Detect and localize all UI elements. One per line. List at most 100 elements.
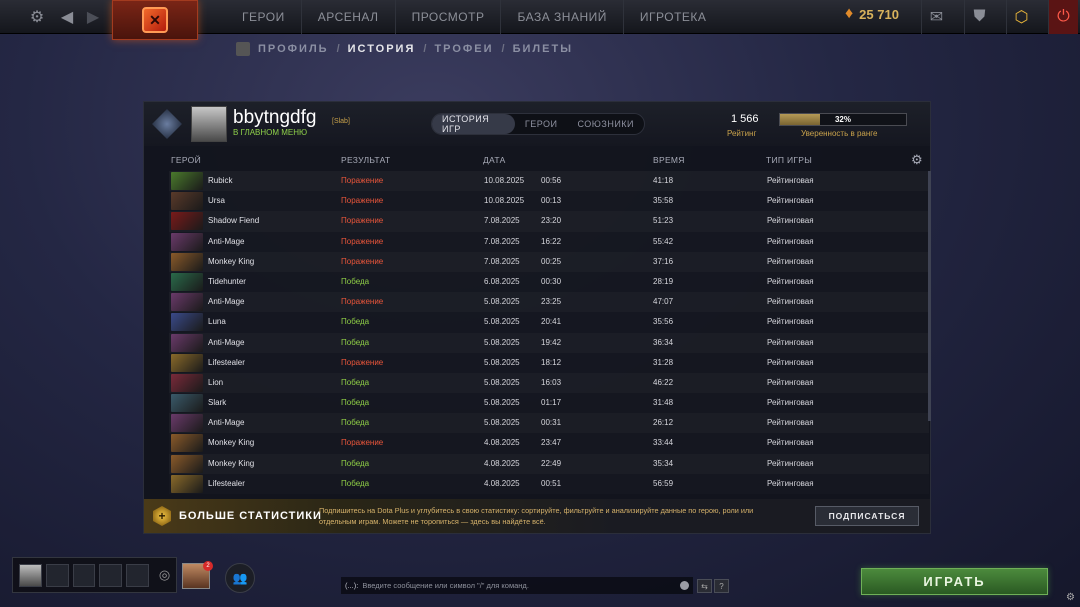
hero-name: Tidehunter [208,276,246,286]
hero-name: Luna [208,317,226,327]
match-result: Победа [341,337,370,347]
table-row[interactable]: Monkey King Поражение 4.08.2025 23:47 33:44 Р… [169,433,929,453]
party-slot[interactable] [99,563,123,587]
header-duration[interactable]: ВРЕМЯ [653,155,685,165]
match-date: 5.08.2025 [484,377,520,387]
subnav-separator: / [336,43,340,55]
settings-corner-icon[interactable]: ⚙ [1066,592,1075,603]
hero-portrait [171,394,203,413]
table-row[interactable]: Luna Победа 5.08.2025 20:41 35:56 Рейтинговая [169,312,929,332]
table-settings-gear-icon[interactable]: ⚙ [911,152,923,168]
table-row[interactable]: Rubick Поражение 10.08.2025 00:56 41:18 Рейти… [169,171,929,192]
shards-balance[interactable]: ♦ 25 710 [845,5,899,23]
hero-name: Lifestealer [208,357,245,367]
shards-value: 25 710 [859,6,899,22]
match-list-scrollbar[interactable] [928,171,931,421]
dota-plus-button[interactable]: ⬡ [1006,0,1036,34]
header-result[interactable]: РЕЗУЛЬТАТ [341,155,390,165]
match-history-panel: bbytngdfg [Slab] В ГЛАВНОМ МЕНЮ ИСТОРИЯ … [143,101,931,534]
back-arrow-icon[interactable]: ◀ [54,0,80,34]
table-row[interactable]: Lifestealer Победа 4.08.2025 00:51 56:59 Рейт… [169,474,929,494]
chat-help-button[interactable]: ? [714,579,729,593]
nav-heroes[interactable]: ГЕРОИ [226,0,301,34]
chat-channel[interactable]: (...): [345,581,358,590]
nav-watch[interactable]: ПРОСМОТР [394,0,501,34]
table-row[interactable]: Anti-Mage Победа 5.08.2025 00:31 26:12 Рейтин… [169,413,929,434]
hero-portrait [171,373,203,392]
match-date: 4.08.2025 [484,478,520,488]
match-start-time: 19:42 [541,337,562,347]
subscribe-button[interactable]: ПОДПИСАТЬСЯ [815,506,919,526]
party-bar: ◎ [12,557,177,593]
chat-input[interactable]: (...): Введите сообщение или символ "/" … [341,577,693,594]
header-hero[interactable]: ГЕРОЙ [171,155,201,165]
nav-learn[interactable]: БАЗА ЗНАНИЙ [500,0,622,34]
game-type: Рейтинговая [767,478,814,488]
profile-header: bbytngdfg [Slab] В ГЛАВНОМ МЕНЮ ИСТОРИЯ … [144,102,930,146]
match-start-time: 23:20 [541,216,562,226]
table-row[interactable]: Anti-Mage Поражение 5.08.2025 23:25 47:07 Рей… [169,292,929,313]
match-date: 5.08.2025 [484,418,520,428]
subnav-tickets[interactable]: БИЛЕТЫ [513,43,573,55]
match-start-time: 23:47 [541,438,562,448]
header-date[interactable]: ДАТА [483,155,506,165]
avatar[interactable] [191,106,227,142]
hero-portrait [171,212,203,231]
header-game-type[interactable]: ТИП ИГРЫ [766,155,812,165]
match-result: Поражение [341,216,384,226]
match-date: 7.08.2025 [484,236,520,246]
armory-shield-button[interactable]: ⛊ [964,0,994,34]
match-start-time: 01:17 [541,398,562,408]
table-row[interactable]: Lion Победа 5.08.2025 16:03 46:22 Рейтинговая [169,372,929,394]
hero-portrait [171,172,203,190]
tab-heroes[interactable]: ГЕРОИ [515,114,568,134]
exit-button[interactable]: ⏻ [1048,0,1078,34]
player-name: bbytngdfg [233,107,317,128]
nav-arcade[interactable]: ИГРОТЕКА [622,0,723,34]
game-type: Рейтинговая [767,236,814,246]
party-settings-icon[interactable]: ◎ [153,564,176,587]
table-row[interactable]: Lifestealer Поражение 5.08.2025 18:12 31:28 Р… [169,353,929,373]
subnav-profile[interactable]: ПРОФИЛЬ [258,43,329,55]
match-result: Победа [341,276,370,286]
hero-portrait [171,252,203,271]
hero-name: Lion [208,377,224,387]
table-row[interactable]: Anti-Mage Победа 5.08.2025 19:42 36:34 Рейтин… [169,332,929,353]
party-slot[interactable] [126,563,150,587]
settings-gear-icon[interactable]: ⚙ [24,0,50,34]
table-row[interactable]: Monkey King Поражение 7.08.2025 00:25 37:16 Р… [169,251,929,272]
table-row[interactable]: Ursa Поражение 10.08.2025 00:13 35:58 Рейтинг… [169,191,929,211]
party-slot[interactable] [72,563,96,587]
table-row[interactable]: Tidehunter Победа 6.08.2025 00:30 28:19 Рейти… [169,272,929,292]
nav-armory[interactable]: АРСЕНАЛ [300,0,395,34]
table-row[interactable]: Shadow Fiend Поражение 7.08.2025 23:20 51:23… [169,211,929,232]
forward-arrow-icon[interactable]: ▶ [80,0,106,34]
chat-expand-button[interactable]: ⇆ [697,579,712,593]
hero-name: Ursa [208,196,225,206]
subnav-history[interactable]: ИСТОРИЯ [348,43,416,55]
table-row[interactable]: Monkey King Победа 4.08.2025 22:49 35:34 Рейт… [169,453,929,474]
hero-portrait [171,313,203,332]
mail-button[interactable]: ✉ [921,0,951,34]
emoji-icon[interactable] [680,581,689,590]
match-start-time: 16:22 [541,236,562,246]
play-button[interactable]: ИГРАТЬ [861,568,1048,595]
friends-button[interactable]: 👥 [225,563,255,593]
table-row[interactable]: Anti-Mage Поражение 7.08.2025 16:22 55:42 Рей… [169,232,929,252]
match-date: 4.08.2025 [484,458,520,468]
subnav-separator: / [501,43,505,55]
match-result: Поражение [341,297,384,307]
game-type: Рейтинговая [767,256,814,266]
hero-name: Anti-Mage [208,297,245,307]
game-type: Рейтинговая [767,216,814,226]
party-slot[interactable] [45,563,69,587]
subnav-trophies[interactable]: ТРОФЕИ [434,43,493,55]
match-start-time: 00:30 [541,276,562,286]
match-start-time: 00:56 [541,176,562,185]
subnav-separator: / [423,43,427,55]
table-row[interactable]: Slark Победа 5.08.2025 01:17 31:48 Рейтингова… [169,393,929,413]
tab-allies[interactable]: СОЮЗНИКИ [567,114,644,134]
dota-logo-button[interactable]: ✕ [112,0,198,40]
tab-match-history[interactable]: ИСТОРИЯ ИГР [432,114,515,134]
party-slot-self[interactable] [19,563,42,587]
